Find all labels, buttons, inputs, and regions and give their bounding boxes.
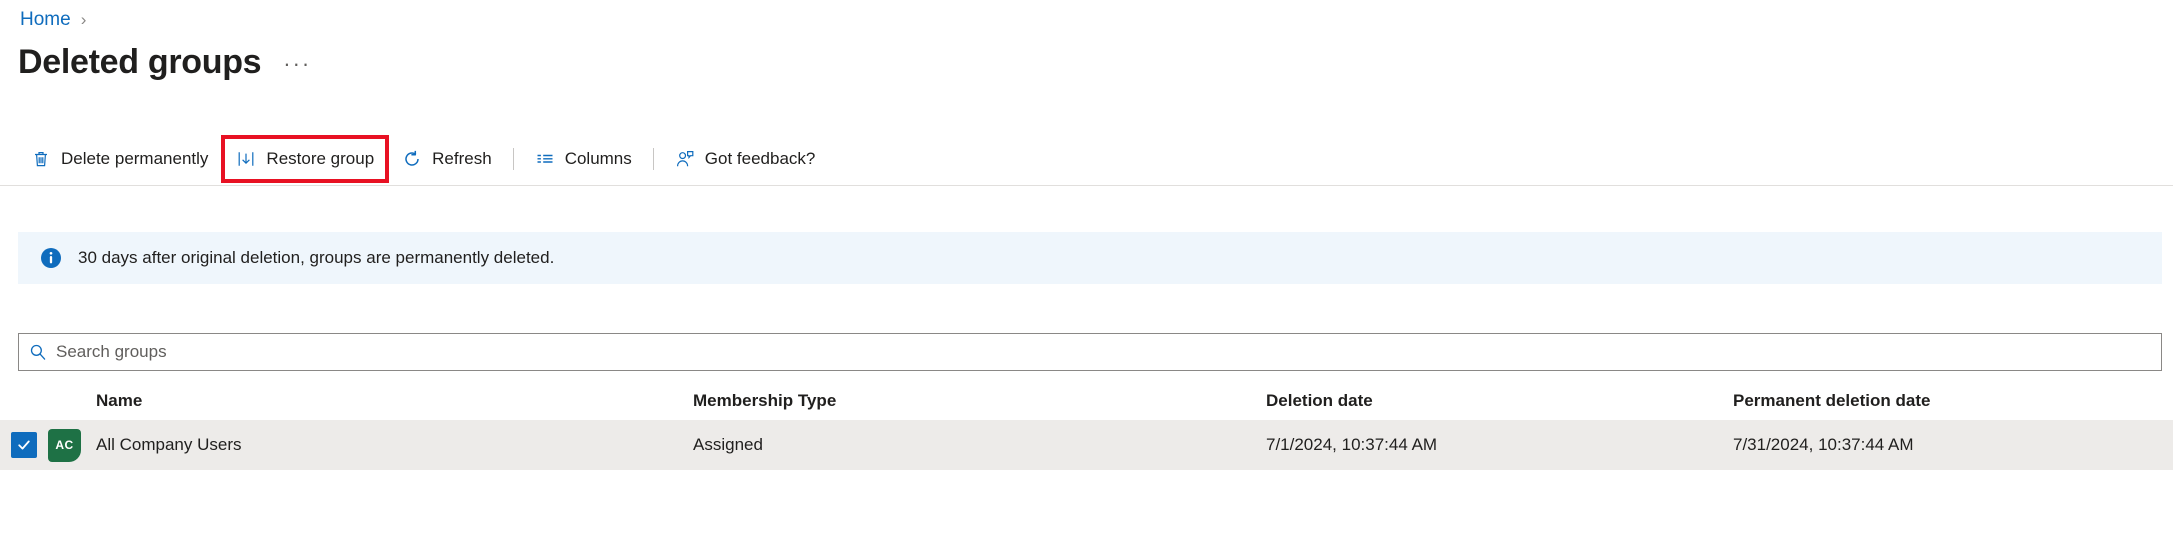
column-header-membership-type[interactable]: Membership Type	[693, 391, 1266, 411]
toolbar-divider	[512, 147, 514, 170]
column-header-permanent-deletion-date[interactable]: Permanent deletion date	[1733, 391, 2173, 411]
info-banner-message: 30 days after original deletion, groups …	[78, 248, 555, 267]
row-checkbox-checked[interactable]	[11, 432, 37, 458]
page-title-row: Deleted groups ···	[18, 45, 315, 79]
info-icon	[40, 247, 62, 269]
breadcrumb-item-home[interactable]: Home	[20, 10, 71, 29]
download-restore-icon	[236, 149, 256, 169]
info-banner: 30 days after original deletion, groups …	[18, 232, 2162, 284]
toolbar-divider-2	[652, 147, 654, 170]
restore-group-button[interactable]: Restore group	[225, 138, 385, 180]
table-header-row: Name Membership Type Deletion date Perma…	[0, 382, 2173, 420]
avatar: AC	[48, 428, 81, 462]
deleted-groups-table: Name Membership Type Deletion date Perma…	[0, 382, 2173, 470]
delete-permanently-button[interactable]: Delete permanently	[20, 138, 219, 180]
cell-name: All Company Users	[96, 435, 242, 454]
more-options-icon[interactable]: ···	[279, 53, 315, 79]
page-title: Deleted groups	[18, 43, 262, 81]
cell-deletion-date: 7/1/2024, 10:37:44 AM	[1266, 435, 1438, 454]
columns-label: Columns	[564, 148, 632, 168]
columns-button[interactable]: Columns	[524, 138, 643, 180]
column-header-name[interactable]: Name	[94, 391, 693, 411]
row-avatar-cell: AC	[48, 428, 94, 462]
feedback-person-icon	[675, 149, 695, 169]
row-select-cell[interactable]	[0, 432, 48, 458]
restore-group-label: Restore group	[266, 148, 375, 168]
columns-icon	[535, 149, 555, 169]
restore-group-highlight: Restore group	[221, 134, 390, 183]
refresh-button[interactable]: Refresh	[391, 138, 503, 180]
cell-permanent-deletion-date: 7/31/2024, 10:37:44 AM	[1733, 435, 1914, 454]
cell-membership-type: Assigned	[693, 435, 763, 454]
search-input[interactable]	[56, 342, 2151, 362]
got-feedback-label: Got feedback?	[704, 148, 816, 168]
got-feedback-button[interactable]: Got feedback?	[664, 138, 827, 180]
refresh-label: Refresh	[432, 148, 492, 168]
search-icon	[29, 343, 47, 361]
command-bar: Delete permanently Restore group Refresh…	[0, 132, 2173, 186]
delete-permanently-label: Delete permanently	[61, 148, 209, 168]
chevron-right-icon: ›	[80, 10, 87, 29]
trash-icon	[31, 149, 51, 169]
search-groups-box[interactable]	[18, 333, 2162, 371]
column-header-deletion-date[interactable]: Deletion date	[1266, 391, 1733, 411]
breadcrumb: Home ›	[20, 10, 86, 29]
deleted-groups-page: Home › Deleted groups ··· Delete permane…	[0, 0, 2173, 535]
table-row[interactable]: AC All Company Users Assigned 7/1/2024, …	[0, 420, 2173, 470]
refresh-icon	[402, 149, 422, 169]
